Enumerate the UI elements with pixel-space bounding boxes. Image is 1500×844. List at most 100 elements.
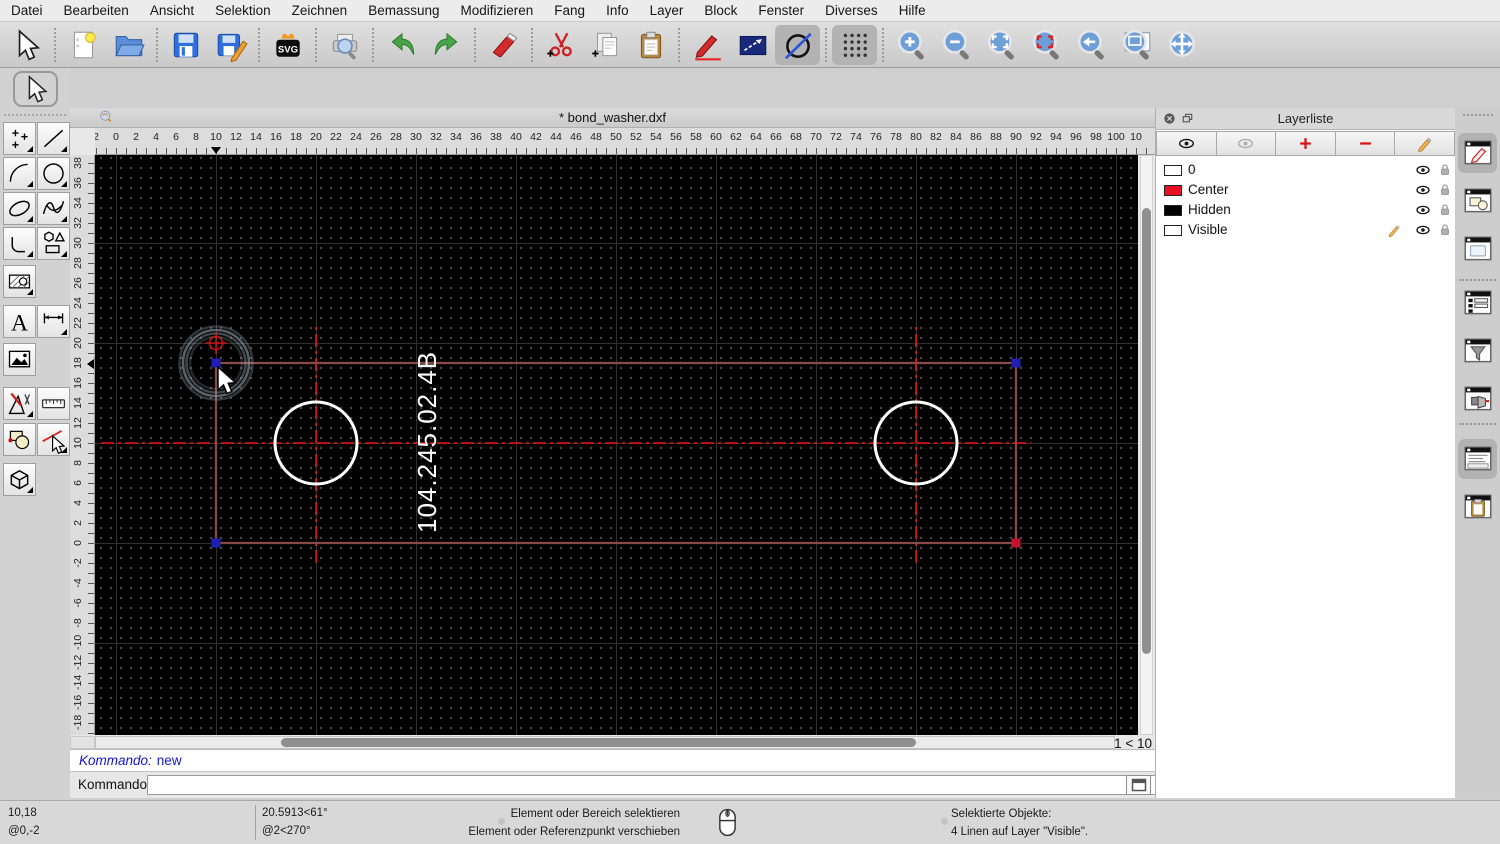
horizontal-scrollbar[interactable]: [95, 736, 1115, 749]
menu-fenster[interactable]: Fenster: [758, 3, 804, 18]
hatch-tool-button[interactable]: [3, 265, 36, 298]
dock-pen-toggle[interactable]: [1458, 133, 1497, 173]
zoom-previous-button[interactable]: [1069, 25, 1114, 65]
ruler-label: 18: [72, 357, 84, 369]
copy-icon: [591, 32, 617, 57]
ruler-label: 32: [72, 217, 84, 229]
polygon-tool-button[interactable]: [37, 227, 70, 260]
modify-icon: [8, 392, 31, 415]
ruler-label: 20: [72, 337, 84, 349]
main-toolbar: SVG: [0, 22, 1500, 68]
text-icon: A: [11, 311, 28, 336]
menu-fang[interactable]: Fang: [554, 3, 585, 18]
menu-info[interactable]: Info: [606, 3, 629, 18]
layer-remove-button[interactable]: [1335, 131, 1396, 156]
layer-row-hidden[interactable]: Hidden: [1156, 200, 1455, 220]
dock-blocks-toggle[interactable]: [1458, 181, 1497, 221]
menu-bearbeiten[interactable]: Bearbeiten: [64, 3, 129, 18]
layer-row-0[interactable]: 0: [1156, 160, 1455, 180]
document-titlebar[interactable]: * bond_washer.dxf: [70, 108, 1155, 128]
vertical-scrollbar[interactable]: [1140, 155, 1153, 735]
dock-command-toggle[interactable]: [1458, 439, 1497, 479]
svg-export-button[interactable]: SVG: [265, 25, 310, 65]
print-preview-button[interactable]: [322, 25, 367, 65]
ruler-ticks: [95, 148, 1155, 154]
menu-modifizieren[interactable]: Modifizieren: [461, 3, 534, 18]
cut-button[interactable]: [538, 25, 583, 65]
dock-filter-toggle[interactable]: [1458, 331, 1497, 371]
pointer-button[interactable]: [4, 25, 49, 65]
menu-ansicht[interactable]: Ansicht: [150, 3, 194, 18]
eye-all-button[interactable]: [1156, 131, 1217, 156]
dimension-tool-button[interactable]: [37, 305, 70, 338]
layer-row-center[interactable]: Center: [1156, 180, 1455, 200]
menu-block[interactable]: Block: [704, 3, 737, 18]
eye-none-button[interactable]: [1216, 131, 1277, 156]
redo-button[interactable]: [424, 25, 469, 65]
command-history-value: new: [156, 753, 182, 768]
arc-tool-button[interactable]: [3, 157, 36, 190]
text-tool-button[interactable]: A: [3, 305, 36, 338]
dock-pen-palette-toggle[interactable]: [1458, 379, 1497, 419]
zoom-out-button[interactable]: [934, 25, 979, 65]
layer-visibility-icon[interactable]: [1415, 222, 1431, 243]
selection-window-button[interactable]: [730, 25, 775, 65]
copy-button[interactable]: [583, 25, 628, 65]
horizontal-scrollbar-thumb[interactable]: [281, 738, 916, 747]
menu-selektion[interactable]: Selektion: [215, 3, 271, 18]
measure-tool-button[interactable]: [37, 387, 70, 420]
save-button[interactable]: [163, 25, 208, 65]
select-line-tool-button[interactable]: [37, 423, 70, 456]
dock-list-toggle[interactable]: [1458, 283, 1497, 323]
undo-button[interactable]: [379, 25, 424, 65]
modify-tool-button[interactable]: [3, 387, 36, 420]
cube-tool-button[interactable]: [3, 463, 36, 496]
command-window-button[interactable]: [1126, 775, 1151, 795]
layer-row-visible[interactable]: Visible: [1156, 220, 1455, 240]
layer-edit-button[interactable]: [1395, 131, 1455, 156]
ellipse-tool-button[interactable]: [3, 192, 36, 225]
grid-button[interactable]: [832, 24, 877, 65]
lock-row-icon: [1441, 184, 1449, 195]
zoom-in-button[interactable]: [889, 25, 934, 65]
zoom-auto-button[interactable]: [979, 25, 1024, 65]
menu-hilfe[interactable]: Hilfe: [899, 3, 926, 18]
paste-button[interactable]: [628, 25, 673, 65]
scrollbar-corner: [70, 736, 95, 749]
select-pointer-button[interactable]: [13, 71, 58, 107]
points-tool-button[interactable]: [3, 122, 36, 155]
svg-text:SVG: SVG: [277, 44, 297, 55]
dock-handle[interactable]: [1463, 114, 1493, 116]
line-tool-button[interactable]: [37, 122, 70, 155]
layer-lock-icon[interactable]: [1437, 222, 1453, 243]
spline-tool-button[interactable]: [37, 192, 70, 225]
menu-datei[interactable]: Datei: [11, 3, 43, 18]
zoom-window-button[interactable]: [1114, 25, 1159, 65]
menu-layer[interactable]: Layer: [650, 3, 684, 18]
menu-bemassung[interactable]: Bemassung: [368, 3, 439, 18]
dock-clipboard-toggle[interactable]: [1458, 487, 1497, 527]
command-input[interactable]: [147, 775, 1197, 795]
dock-library-toggle[interactable]: [1458, 229, 1497, 269]
circle-tool-button[interactable]: [37, 157, 70, 190]
new-file-button[interactable]: [61, 25, 106, 65]
draft-mode-button[interactable]: [775, 24, 820, 65]
menu-zeichnen[interactable]: Zeichnen: [292, 3, 348, 18]
pen-edit-button[interactable]: [685, 25, 730, 65]
drawing-canvas[interactable]: 104.245.02.4B: [95, 155, 1138, 735]
menu-diverses[interactable]: Diverses: [825, 3, 878, 18]
vertical-scrollbar-thumb[interactable]: [1142, 208, 1151, 654]
toolbar-separator: [882, 27, 884, 62]
delete-button[interactable]: [481, 25, 526, 65]
draft-mode-icon: [784, 32, 812, 59]
zoom-redraw-button[interactable]: [1024, 25, 1069, 65]
part-number-label: 104.245.02.4B: [412, 351, 442, 533]
order-tool-button[interactable]: [3, 423, 36, 456]
zoom-pan-button[interactable]: [1159, 25, 1204, 65]
open-file-button[interactable]: [106, 25, 151, 65]
layer-add-button[interactable]: [1276, 131, 1336, 156]
dock-separator: [1459, 279, 1496, 281]
save-as-button[interactable]: [208, 25, 253, 65]
polyline-tool-button[interactable]: [3, 227, 36, 260]
image-tool-button[interactable]: [3, 343, 36, 376]
